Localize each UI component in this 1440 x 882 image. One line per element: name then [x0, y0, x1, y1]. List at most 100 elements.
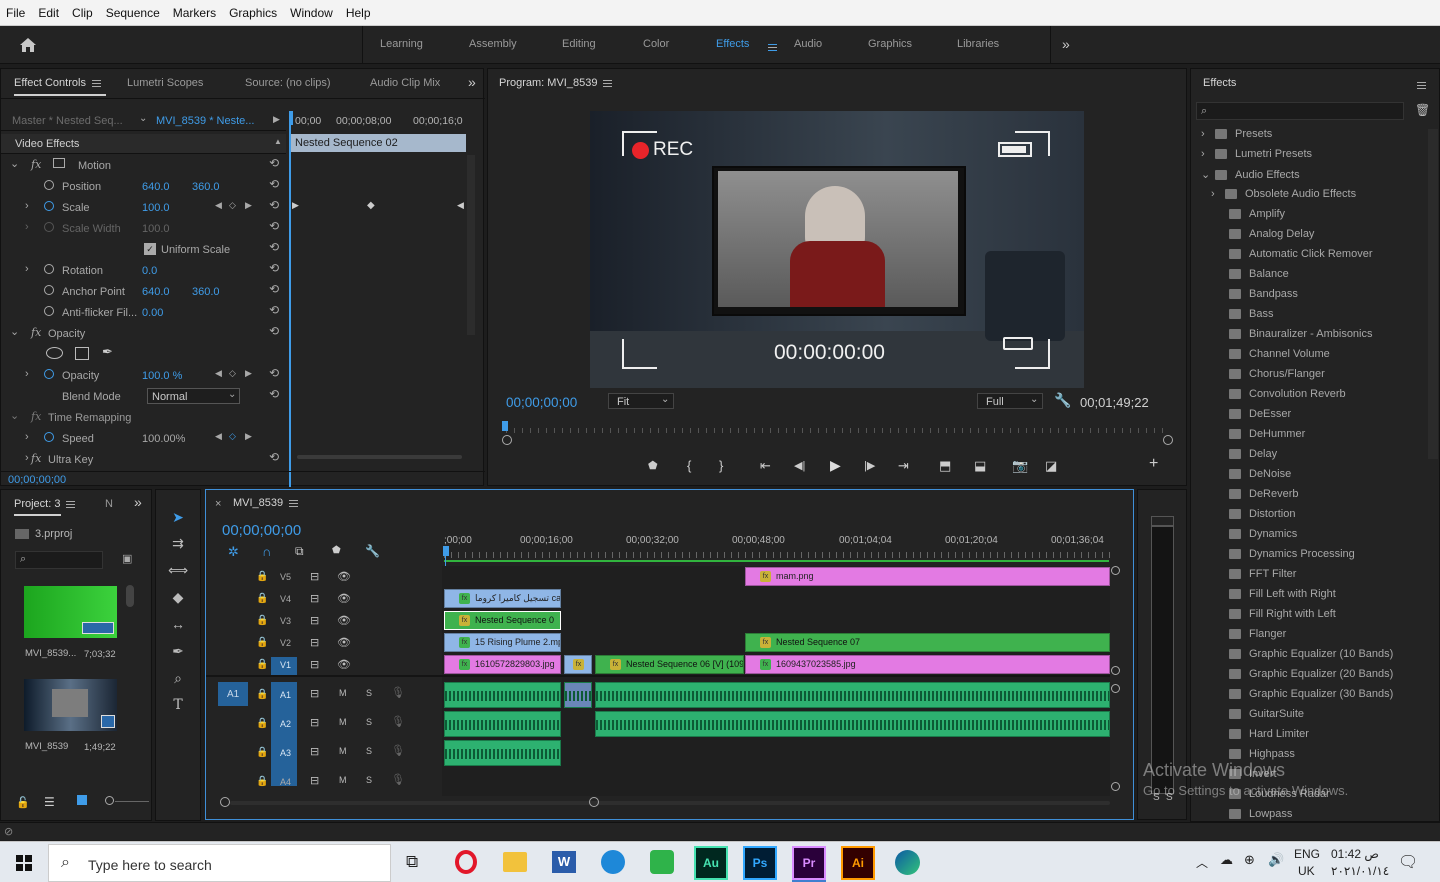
audio-clip-a2[interactable] — [595, 711, 1110, 737]
effect-item[interactable]: Analog Delay — [1229, 228, 1314, 248]
effect-folder[interactable]: › Lumetri Presets — [1201, 148, 1312, 168]
lock-icon[interactable]: 🔒 — [256, 689, 268, 700]
mute-button[interactable]: M — [339, 688, 347, 698]
linked-selection-icon[interactable]: ⧉ — [295, 544, 304, 559]
reset-icon[interactable]: ⟲ — [269, 387, 279, 401]
menu-window[interactable]: Window — [290, 6, 333, 20]
sync-lock-icon[interactable]: ⊟ — [310, 687, 319, 700]
menu-edit[interactable]: Edit — [38, 6, 59, 20]
effect-item[interactable]: Dynamics Processing — [1229, 548, 1355, 568]
add-marker-icon[interactable]: ⬟ — [648, 459, 658, 472]
opacity-section-row[interactable]: ⌄ fx Opacity ⟲ — [7, 324, 283, 344]
chevron-down-icon[interactable]: ⌄ — [10, 157, 19, 170]
workspace-editing[interactable]: Editing — [562, 38, 596, 50]
more-tabs-icon[interactable]: » — [134, 494, 142, 510]
razor-tool-icon[interactable]: ◆ — [166, 589, 190, 611]
chevron-right-icon[interactable]: › — [25, 368, 29, 380]
stopwatch-icon[interactable] — [44, 264, 54, 274]
lock-icon[interactable]: 🔒 — [256, 615, 268, 626]
workspace-learning[interactable]: Learning — [380, 38, 423, 50]
lift-icon[interactable]: ⬒ — [939, 458, 951, 474]
effect-item[interactable]: DeReverb — [1229, 488, 1299, 508]
program-monitor-tab[interactable]: Program: MVI_8539 — [499, 77, 613, 89]
fx-icon[interactable]: fx — [31, 326, 41, 339]
input-language[interactable]: ENG — [1294, 847, 1320, 861]
effect-item[interactable]: GuitarSuite — [1229, 708, 1304, 728]
workspace-libraries[interactable]: Libraries — [957, 38, 999, 50]
nest-toggle-icon[interactable]: ✲ — [228, 544, 239, 560]
lock-icon[interactable]: 🔒 — [256, 593, 268, 604]
reset-icon[interactable]: ⟲ — [269, 156, 279, 170]
prev-keyframe-icon[interactable]: ◀ — [215, 368, 222, 379]
lock-icon[interactable]: 🔒 — [256, 571, 268, 582]
track-select-tool-icon[interactable]: ⇉ — [166, 535, 190, 557]
effect-item[interactable]: DeHummer — [1229, 428, 1305, 448]
taskbar-search-box[interactable]: ⌕ Type here to search — [48, 844, 391, 882]
mark-in-icon[interactable]: { — [687, 458, 691, 473]
nested-sequence-clip-bar[interactable]: Nested Sequence 02 — [291, 134, 466, 152]
tab-source[interactable]: Source: (no clips) — [245, 77, 331, 89]
sync-lock-icon[interactable]: ⊟ — [310, 658, 319, 671]
stopwatch-icon[interactable] — [44, 369, 54, 379]
sync-lock-icon[interactable]: ⊟ — [310, 716, 319, 729]
wrench-icon[interactable]: 🔧 — [365, 544, 380, 558]
microphone-icon[interactable]: 🎙 — [391, 686, 405, 699]
task-view-icon[interactable]: ⧉ — [406, 852, 418, 872]
solo-button[interactable]: S — [366, 688, 372, 698]
scrubber-start-handle[interactable] — [502, 435, 512, 445]
program-timecode[interactable]: 00;00;00;00 — [506, 395, 577, 410]
menu-help[interactable]: Help — [346, 6, 371, 20]
chevron-right-icon[interactable]: › — [25, 431, 29, 443]
zoom-slider-handle[interactable] — [105, 796, 114, 805]
scrubber-end-handle[interactable] — [1163, 435, 1173, 445]
add-button-icon[interactable]: + — [1149, 455, 1158, 473]
anchor-y-value[interactable]: 360.0 — [192, 286, 220, 298]
lock-icon[interactable]: 🔒 — [256, 637, 268, 648]
photoshop-icon[interactable]: Ps — [743, 846, 777, 880]
stopwatch-icon[interactable] — [44, 180, 54, 190]
stopwatch-icon[interactable] — [44, 201, 54, 211]
video-frame[interactable]: REC 00:00:00:00 — [590, 111, 1084, 388]
clip-thumbnail[interactable] — [24, 586, 117, 638]
input-region[interactable]: UK — [1298, 864, 1315, 878]
audio-clip-a1[interactable] — [595, 682, 1110, 708]
find-icon[interactable]: ▣ — [122, 552, 132, 565]
chevron-down-icon[interactable]: ⌄ — [139, 113, 147, 124]
effect-item[interactable]: DeNoise — [1229, 468, 1291, 488]
play-only-icon[interactable]: ▶ — [273, 114, 280, 125]
windows-start-icon[interactable] — [16, 855, 32, 871]
sync-lock-icon[interactable]: ⊟ — [310, 570, 319, 583]
camtasia-icon[interactable] — [650, 850, 674, 874]
clip-selector[interactable]: MVI_8539 * Neste... — [156, 115, 254, 127]
cloud-icon[interactable]: ☁ — [1220, 852, 1233, 868]
audio-clip-a1[interactable] — [564, 682, 592, 708]
sync-lock-icon[interactable]: ⊟ — [310, 636, 319, 649]
mute-button[interactable]: M — [339, 775, 347, 785]
clip-v4[interactable]: fx تسجيل كاميرا كروما ca — [444, 589, 561, 608]
motion-row[interactable]: ⌄ fx Motion ⟲ — [7, 156, 283, 176]
add-marker-icon[interactable]: ⬟ — [332, 545, 341, 556]
zoom-end-handle[interactable] — [589, 797, 599, 807]
rotation-value[interactable]: 0.0 — [142, 265, 157, 277]
media-player-icon[interactable] — [601, 850, 625, 874]
effect-item[interactable]: Delay — [1229, 448, 1277, 468]
blend-mode-dropdown[interactable]: Normal ⌄ — [147, 388, 240, 404]
microphone-icon[interactable]: 🎙 — [391, 773, 405, 786]
eye-icon[interactable]: 👁 — [337, 658, 351, 671]
add-keyframe-icon[interactable]: ◇ — [229, 200, 236, 211]
menu-graphics[interactable]: Graphics — [229, 6, 277, 20]
stopwatch-icon[interactable] — [44, 306, 54, 316]
zoom-fit-dropdown[interactable]: Fit ⌄ — [608, 393, 674, 409]
comparison-view-icon[interactable]: ◪ — [1045, 458, 1057, 474]
next-keyframe-icon[interactable]: ▶ — [245, 200, 252, 211]
solo-button[interactable]: S — [366, 775, 372, 785]
solo-button[interactable]: S — [366, 746, 372, 756]
effect-item[interactable]: FFT Filter — [1229, 568, 1296, 588]
rectangle-mask-icon[interactable] — [75, 347, 89, 360]
eye-icon[interactable]: 👁 — [337, 636, 351, 649]
timeline-ruler[interactable]: ;00;00 00;00;16;00 00;00;32;00 00;00;48;00 0… — [444, 532, 1114, 562]
playhead[interactable] — [443, 546, 449, 556]
keyframe-marker[interactable]: ◆ — [367, 200, 375, 211]
stopwatch-icon[interactable] — [44, 285, 54, 295]
next-keyframe-icon[interactable]: ▶ — [245, 431, 252, 442]
